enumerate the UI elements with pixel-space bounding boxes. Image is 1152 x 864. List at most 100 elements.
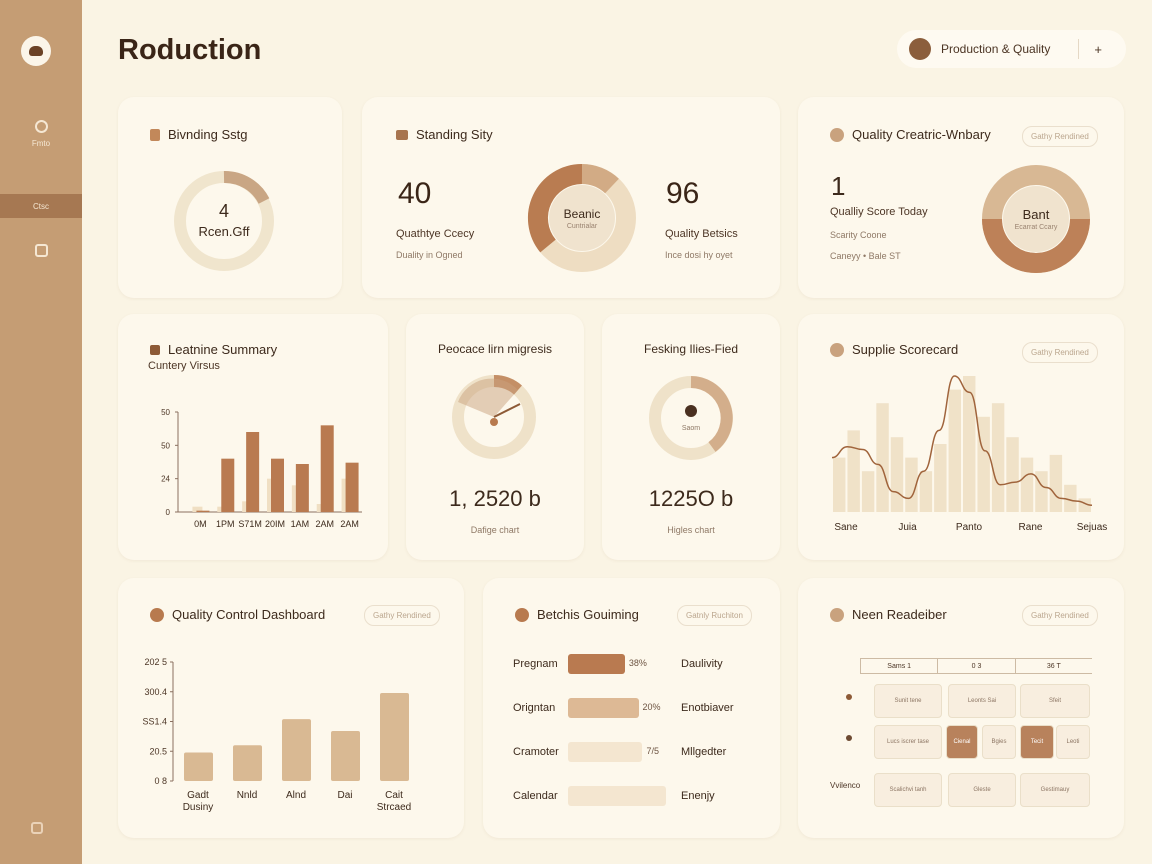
- avatar: [909, 38, 931, 60]
- bar: [1049, 454, 1063, 512]
- x-tick-label: Gadt: [187, 790, 209, 801]
- batch-right-label: Mllgedter: [681, 746, 727, 758]
- resking-donut-label: Saom: [681, 425, 701, 432]
- settings-icon[interactable]: [31, 822, 43, 834]
- grid-cell[interactable]: Sunit tene: [874, 684, 942, 718]
- grid-cell[interactable]: Gestimauy: [1020, 773, 1090, 807]
- user-pill[interactable]: Production & Quality +: [897, 30, 1126, 68]
- grid-cell[interactable]: Leonts Sai: [948, 684, 1016, 718]
- y-tick-label: 20.5: [149, 746, 167, 756]
- grid-cell[interactable]: Cienal: [946, 725, 978, 759]
- batchs-title: Betchis Gouiming: [515, 607, 639, 622]
- batch-label: Calendar: [513, 790, 558, 802]
- x-tick-label: Sane: [834, 522, 858, 533]
- grid-cell[interactable]: Lucs iscrer tase: [874, 725, 942, 759]
- y-tick-label: 0: [166, 508, 171, 517]
- bar-primary: [320, 425, 334, 512]
- batchs-badge[interactable]: Gatnly Ruchiton: [677, 605, 752, 626]
- feature-bar-chart: 0 24 50 50 0M 1PM S71M 20IM 1AM 2AM 2AM: [161, 408, 362, 529]
- supplie-card: Supplie Scorecard Gathy Rendined Sane Jui…: [798, 314, 1124, 560]
- feature-summary-card: Leatnine Summary Cuntery Virsus 0 24 50 50 0…: [118, 314, 388, 560]
- sidebar-item-3[interactable]: [0, 244, 82, 263]
- batch-label: Cramoter: [513, 746, 559, 758]
- grid-cell[interactable]: Scalichvi tanh: [874, 773, 942, 807]
- x-tick-label: Strcaed: [377, 802, 411, 813]
- process-sub: Dafige chart: [470, 525, 520, 535]
- grid-cell[interactable]: Tecit: [1020, 725, 1054, 759]
- supplie-area-chart: Sane Juia Panto Rane Sejuas: [831, 375, 1108, 533]
- sidebar-item-2[interactable]: Ctsc: [0, 194, 82, 218]
- grid-cell[interactable]: Leoti: [1056, 725, 1090, 759]
- bar: [184, 752, 213, 781]
- batch-pct: 38%: [628, 658, 647, 668]
- neen-badge[interactable]: Gathy Rendined: [1022, 605, 1098, 626]
- bar-primary: [345, 462, 359, 512]
- process-gauge: [452, 374, 536, 459]
- batchs-card: Betchis Gouiming Gatnly Ruchiton Pregnam…: [483, 578, 780, 838]
- grid-header-cell: 36 T: [1014, 659, 1092, 673]
- logo-icon[interactable]: [21, 36, 51, 66]
- quality-overview-card: Quality Creatric-Wnbary Gathy Rendined 1…: [798, 97, 1124, 298]
- y-tick-label: 24: [161, 475, 170, 484]
- play-icon: [830, 607, 844, 622]
- bar: [876, 403, 889, 512]
- bar: [380, 692, 409, 781]
- close-icon[interactable]: +: [1094, 42, 1102, 57]
- basket-icon: [34, 244, 48, 257]
- resking-card: Fesking Ilies-Fied Saom 1225O b Higles c…: [602, 314, 780, 560]
- batch-right-label: Daulivity: [681, 658, 723, 670]
- x-tick-label: Cait: [385, 790, 403, 801]
- bar-primary: [196, 510, 210, 512]
- x-tick-label: 0M: [194, 519, 207, 529]
- x-tick-label: 2AM: [315, 519, 334, 529]
- x-tick-label: Juia: [898, 522, 917, 533]
- standing-right-sub: Ince dosi hy oyet: [665, 250, 733, 260]
- branding-sub: Rcen.Gff: [198, 224, 250, 239]
- row-label: Vvilenco: [830, 781, 861, 790]
- bar: [233, 745, 262, 781]
- process-value: 1, 2520 b: [449, 486, 541, 511]
- x-tick-label: Alnd: [286, 790, 306, 801]
- qc-bar-chart: 0 8 20.5 SS1.4 300.4 202 5 GadtDusiny Nnld Alnd…: [142, 657, 411, 813]
- bar: [847, 430, 860, 512]
- grid-cell[interactable]: Sfeit: [1020, 684, 1090, 718]
- standing-donut: [527, 163, 636, 272]
- bar: [919, 471, 933, 512]
- x-tick-label: 1PM: [216, 519, 235, 529]
- standing-donut-label: Beanic: [563, 207, 601, 221]
- batch-progress-fill: [568, 786, 666, 806]
- branding-donut: [174, 171, 274, 271]
- sidebar-item-1[interactable]: Fmto: [0, 120, 82, 148]
- quality-donut-sub: Ecarrat Ccary: [1014, 224, 1058, 231]
- circle-icon: [34, 120, 48, 133]
- batch-progress-fill: [568, 654, 625, 674]
- y-tick-label: 50: [161, 441, 170, 450]
- bar: [833, 457, 846, 512]
- bar-primary: [271, 458, 284, 512]
- user-label: Production & Quality: [941, 42, 1051, 56]
- x-tick-label: 1AM: [291, 519, 310, 529]
- row-dot: [846, 735, 852, 741]
- bar: [282, 719, 311, 781]
- x-tick-label: Sejuas: [1077, 522, 1108, 533]
- y-tick-label: 202 5: [144, 657, 167, 667]
- resking-donut: [649, 376, 733, 460]
- resking-sub: Higles chart: [667, 525, 715, 535]
- grid-cell[interactable]: Bgies: [982, 725, 1016, 759]
- batch-pct: 7/5: [646, 746, 659, 756]
- bar: [991, 403, 1005, 512]
- y-tick-label: 50: [161, 408, 170, 417]
- x-tick-label: Dusiny: [183, 802, 214, 813]
- batch-pct: 20%: [642, 702, 661, 712]
- bar: [948, 389, 961, 512]
- bar-primary: [221, 458, 235, 512]
- neen-title: Neen Readeiber: [830, 607, 947, 622]
- x-tick-label: 2AM: [340, 519, 359, 529]
- branding-card: Bivnding Sstg 4 Rcen.Gff: [118, 97, 342, 298]
- bar: [890, 437, 904, 512]
- x-tick-label: Dai: [337, 790, 352, 801]
- x-tick-label: Panto: [956, 522, 983, 533]
- bar: [1006, 437, 1019, 512]
- grid-cell[interactable]: Gleste: [948, 773, 1016, 807]
- standing-donut-sub: Cuntrialar: [566, 223, 598, 230]
